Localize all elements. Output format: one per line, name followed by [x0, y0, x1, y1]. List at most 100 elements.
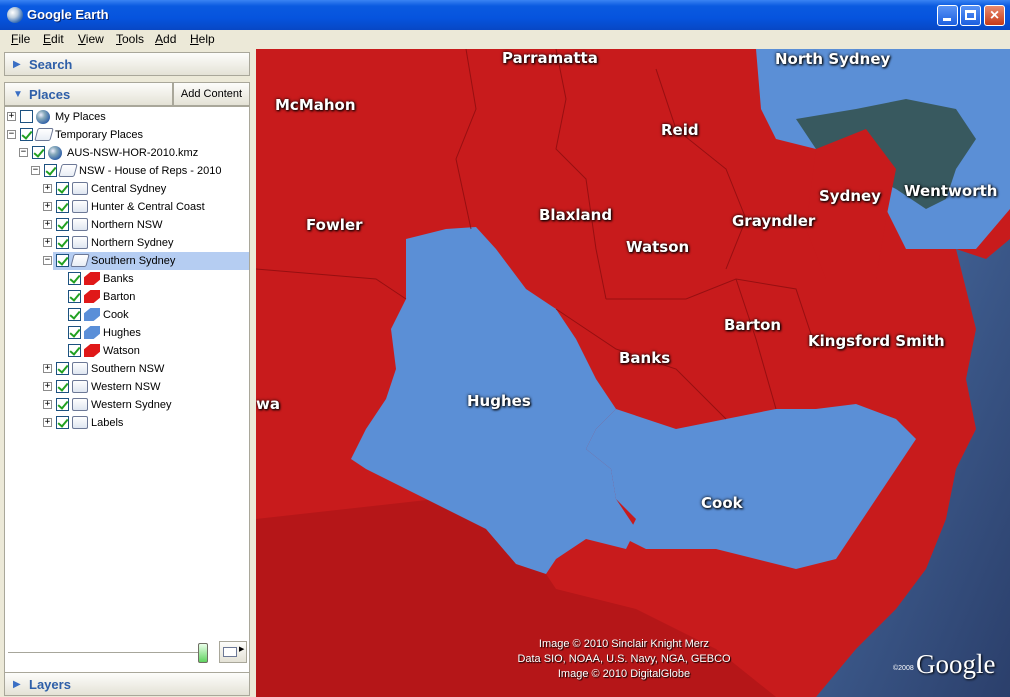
menu-bar: File Edit View Tools Add Help — [0, 30, 1010, 50]
tree-item[interactable]: Cook — [5, 306, 249, 324]
tree-item[interactable]: + Western NSW — [5, 378, 249, 396]
credit-line-2: Data SIO, NOAA, U.S. Navy, NGA, GEBCO — [517, 653, 731, 665]
tree-item[interactable]: + Western Sydney — [5, 396, 249, 414]
label-hughes: Hughes — [467, 392, 531, 410]
tree-item[interactable]: + Central Sydney — [5, 180, 249, 198]
tree-item-label: NSW - House of Reps - 2010 — [79, 165, 222, 177]
google-earth-icon — [7, 7, 23, 23]
tree-item[interactable]: − AUS-NSW-HOR-2010.kmz — [5, 144, 249, 162]
expand-triangle-icon: ▶ — [13, 59, 21, 70]
tree-item[interactable]: Watson — [5, 342, 249, 360]
tree-item[interactable]: + Hunter & Central Coast — [5, 198, 249, 216]
collapse-icon[interactable]: − — [7, 130, 16, 139]
visibility-checkbox[interactable] — [20, 110, 33, 123]
expand-icon[interactable]: + — [43, 202, 52, 211]
poly-blue-icon — [84, 308, 100, 321]
visibility-checkbox[interactable] — [20, 128, 33, 141]
visibility-checkbox[interactable] — [56, 380, 69, 393]
tree-item-label: Western Sydney — [91, 399, 172, 411]
minimize-button[interactable] — [937, 5, 958, 26]
places-panel-header[interactable]: ▼ Places — [4, 82, 173, 106]
visibility-checkbox[interactable] — [68, 326, 81, 339]
tree-item-label: Southern NSW — [91, 363, 165, 375]
visibility-checkbox[interactable] — [56, 416, 69, 429]
map-view[interactable]: Parramatta North Sydney McMahon Reid Syd… — [256, 49, 1010, 697]
tree-item-label: Hughes — [103, 327, 141, 339]
add-content-button[interactable]: Add Content — [173, 82, 250, 106]
label-cook: Cook — [701, 494, 743, 512]
tree-item-label: Southern Sydney — [91, 255, 176, 267]
collapse-triangle-icon: ▼ — [13, 89, 23, 100]
menu-add[interactable]: Add — [155, 32, 176, 46]
title-bar[interactable]: Google Earth × — [0, 0, 1010, 30]
visibility-checkbox[interactable] — [56, 236, 69, 249]
tree-item[interactable]: Barton — [5, 288, 249, 306]
expand-icon[interactable]: + — [43, 184, 52, 193]
tree-item[interactable]: − Temporary Places — [5, 126, 249, 144]
collapse-icon[interactable]: − — [19, 148, 28, 157]
layers-panel-header[interactable]: ▶ Layers — [4, 672, 250, 696]
tree-item[interactable]: + My Places — [5, 108, 249, 126]
menu-help[interactable]: Help — [190, 32, 215, 46]
collapse-icon[interactable]: − — [31, 166, 40, 175]
folder-open-icon — [34, 128, 54, 141]
expand-triangle-icon: ▶ — [13, 679, 21, 690]
visibility-checkbox[interactable] — [44, 164, 57, 177]
visibility-checkbox[interactable] — [56, 362, 69, 375]
tree-item[interactable]: + Northern Sydney — [5, 234, 249, 252]
menu-file[interactable]: File — [11, 32, 30, 46]
folder-icon — [72, 398, 88, 411]
google-logo: Google — [916, 649, 996, 679]
opacity-slider-thumb[interactable] — [198, 643, 208, 663]
maximize-button[interactable] — [960, 5, 981, 26]
expand-icon[interactable]: + — [7, 112, 16, 121]
label-fowler: Fowler — [306, 216, 363, 234]
expand-icon[interactable]: + — [43, 400, 52, 409]
tree-item[interactable]: + Northern NSW — [5, 216, 249, 234]
visibility-checkbox[interactable] — [56, 182, 69, 195]
visibility-checkbox[interactable] — [56, 200, 69, 213]
visibility-checkbox[interactable] — [32, 146, 45, 159]
expand-icon[interactable]: + — [43, 364, 52, 373]
menu-edit[interactable]: Edit — [43, 32, 64, 46]
tree-item[interactable]: − NSW - House of Reps - 2010 — [5, 162, 249, 180]
visibility-checkbox[interactable] — [56, 254, 69, 267]
expand-icon[interactable]: + — [43, 382, 52, 391]
search-panel-header[interactable]: ▶ Search — [4, 52, 250, 76]
tree-item-label: Banks — [103, 273, 134, 285]
tree-item[interactable]: − Southern Sydney — [5, 252, 249, 270]
menu-view[interactable]: View — [78, 32, 104, 46]
visibility-checkbox[interactable] — [68, 272, 81, 285]
visibility-checkbox[interactable] — [56, 218, 69, 231]
places-tree[interactable]: + My Places − Temporary Places − AUS-NSW-HOR-… — [4, 106, 250, 686]
poly-red-icon — [84, 344, 100, 357]
menu-tools[interactable]: Tools — [116, 32, 144, 46]
tree-item[interactable]: + Southern NSW — [5, 360, 249, 378]
label-mcmahon: McMahon — [275, 96, 356, 114]
tree-item[interactable]: + Labels — [5, 414, 249, 432]
close-button[interactable]: × — [984, 5, 1005, 26]
label-watson: Watson — [626, 238, 690, 256]
visibility-checkbox[interactable] — [68, 290, 81, 303]
tree-item[interactable]: Hughes — [5, 324, 249, 342]
visibility-checkbox[interactable] — [68, 344, 81, 357]
opacity-slider-track[interactable] — [8, 652, 206, 654]
visibility-checkbox[interactable] — [68, 308, 81, 321]
label-barton: Barton — [724, 316, 782, 334]
expand-icon[interactable]: + — [43, 238, 52, 247]
collapse-icon[interactable]: − — [43, 256, 52, 265]
tree-item-label: Western NSW — [91, 381, 161, 393]
folder-icon — [72, 416, 88, 429]
visibility-checkbox[interactable] — [56, 398, 69, 411]
expand-icon[interactable]: + — [43, 418, 52, 427]
folder-icon — [72, 200, 88, 213]
folder-icon — [72, 236, 88, 249]
poly-red-icon — [84, 272, 100, 285]
google-copyright: ©2008 — [893, 665, 914, 672]
label-reid: Reid — [661, 121, 699, 139]
tree-item-label: AUS-NSW-HOR-2010.kmz — [67, 147, 199, 159]
folder-icon — [72, 218, 88, 231]
tour-folder-button[interactable]: ▶ — [219, 641, 247, 663]
tree-item[interactable]: Banks — [5, 270, 249, 288]
expand-icon[interactable]: + — [43, 220, 52, 229]
